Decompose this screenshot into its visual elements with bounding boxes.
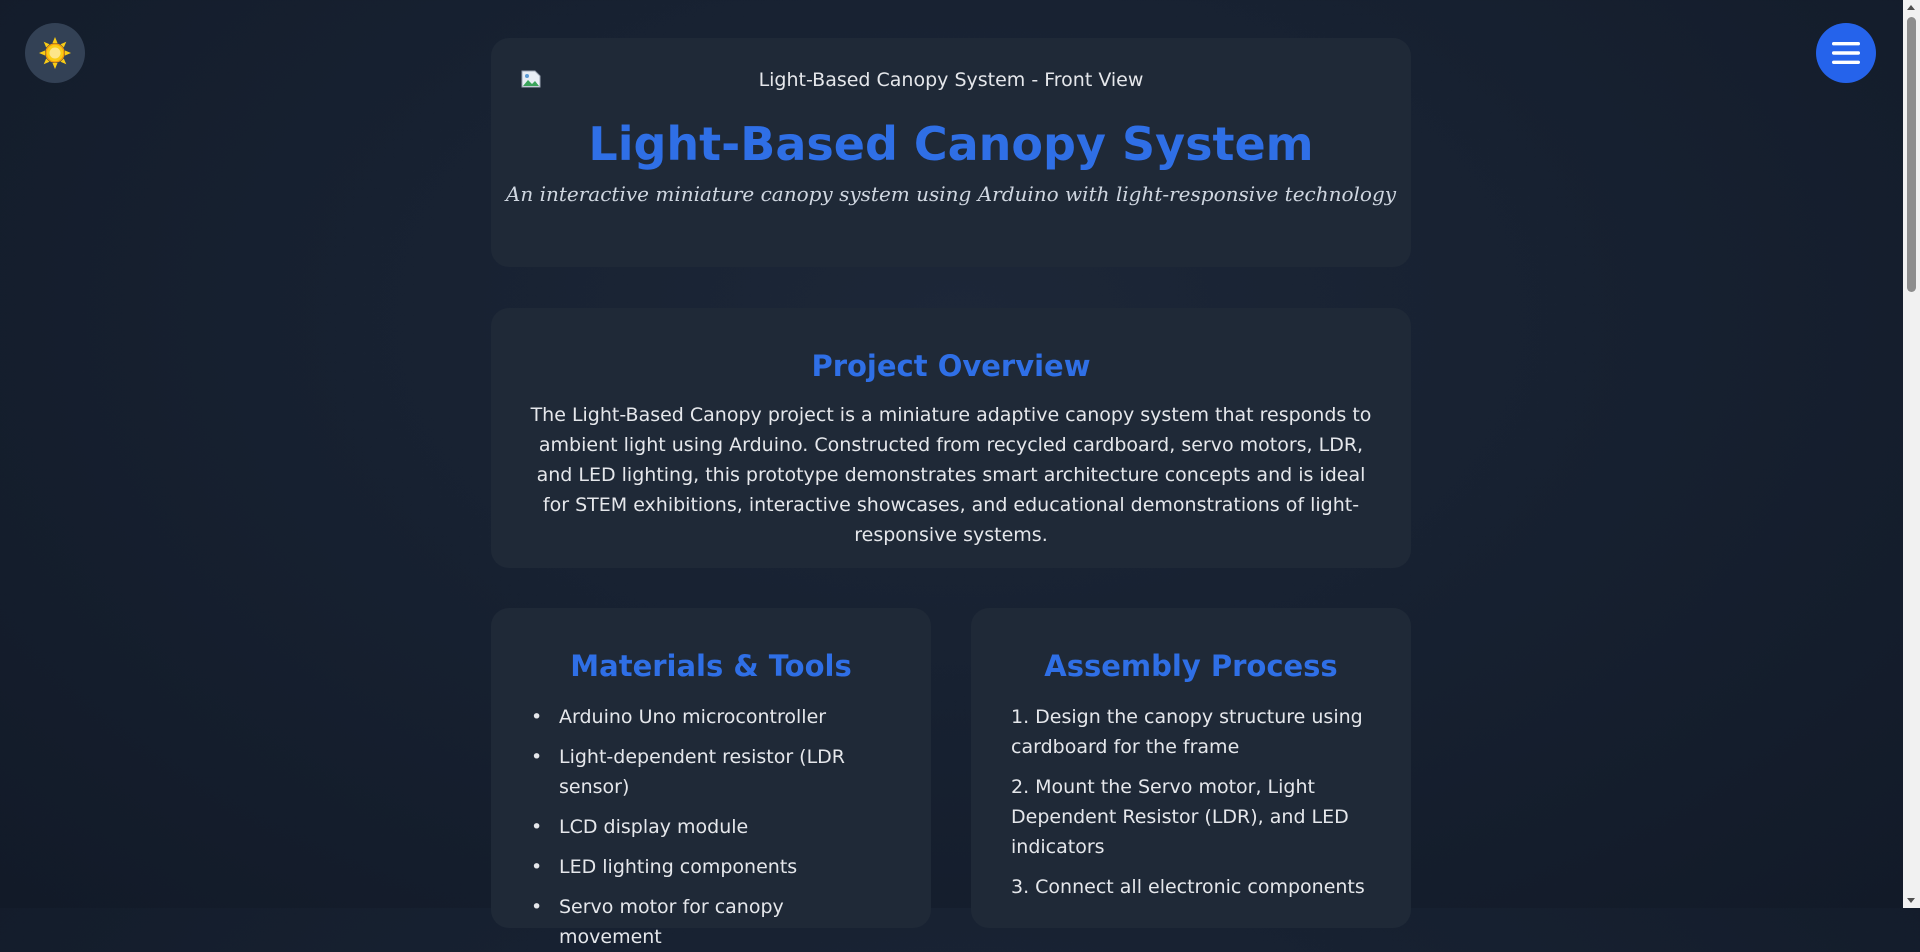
- theme-toggle-button[interactable]: [25, 23, 85, 83]
- materials-card: Materials & Tools • Arduino Uno microcont…: [491, 608, 931, 948]
- list-item: • Servo motor for canopy movement: [531, 896, 784, 948]
- hero-image-alt-text: Light-Based Canopy System - Front View: [758, 69, 1144, 91]
- materials-heading: Materials & Tools: [570, 649, 852, 683]
- scroll-up-arrow-icon[interactable]: [1907, 5, 1915, 10]
- menu-button[interactable]: [1816, 23, 1876, 83]
- page-title: Light-Based Canopy System: [588, 117, 1314, 171]
- list-item: • Arduino Uno microcontroller: [531, 706, 827, 728]
- hero-image: Light-Based Canopy System - Front View: [491, 68, 1411, 104]
- page-scrollbar[interactable]: [1903, 0, 1920, 908]
- list-item: • Light-dependent resistor (LDR sensor): [531, 746, 846, 798]
- list-item: • LCD display module: [531, 816, 749, 838]
- sun-icon: [39, 37, 71, 69]
- assembly-heading: Assembly Process: [1044, 649, 1338, 683]
- scroll-down-arrow-icon[interactable]: [1907, 898, 1915, 903]
- page-subtitle: An interactive miniature canopy system u…: [505, 182, 1397, 206]
- assembly-steps: 1. Design the canopy structure using car…: [1011, 702, 1371, 902]
- assembly-card: Assembly Process 1. Design the canopy st…: [971, 608, 1411, 928]
- step-item: 2. Mount the Servo motor, Light Dependen…: [1011, 776, 1349, 858]
- hamburger-icon: [1832, 42, 1860, 64]
- step-item: 3. Connect all electronic components: [1011, 876, 1365, 898]
- list-item: • LED lighting components: [531, 856, 798, 878]
- step-item: 1. Design the canopy structure using car…: [1011, 706, 1363, 758]
- materials-list: • Arduino Uno microcontroller • Light-depe…: [531, 702, 891, 952]
- broken-image-icon: [521, 70, 541, 88]
- overview-text: The Light-Based Canopy project is a mini…: [530, 404, 1372, 546]
- overview-heading: Project Overview: [811, 349, 1091, 383]
- hero-card: Light-Based Canopy System - Front View L…: [491, 38, 1411, 267]
- scrollbar-thumb[interactable]: [1907, 17, 1916, 292]
- overview-card: Project Overview The Light-Based Canopy …: [491, 308, 1411, 568]
